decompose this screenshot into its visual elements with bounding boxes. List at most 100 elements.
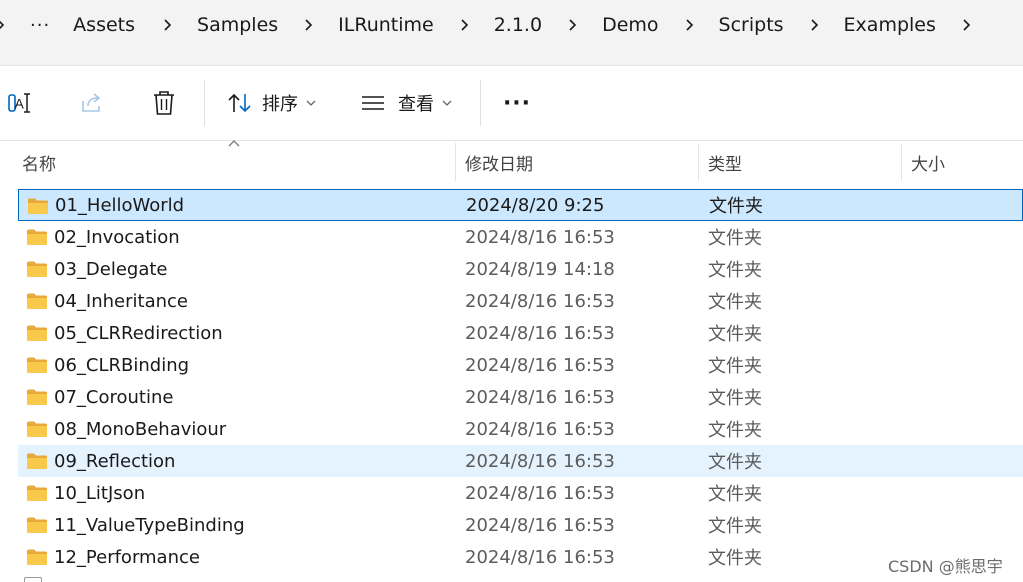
- toolbar-divider: [480, 80, 481, 126]
- column-divider[interactable]: [455, 143, 456, 181]
- file-type: 文件夹: [708, 516, 762, 537]
- folder-icon: [27, 261, 47, 277]
- file-name: 09_Reflection: [54, 450, 176, 472]
- file-type: 文件夹: [709, 196, 763, 217]
- folder-icon: [27, 293, 47, 309]
- svg-text:A: A: [15, 96, 25, 112]
- chevron-down-icon: [306, 97, 316, 110]
- trash-icon: [154, 91, 174, 115]
- file-name: 11_ValueTypeBinding: [54, 514, 245, 536]
- file-type: 文件夹: [708, 548, 762, 569]
- file-row[interactable]: 12_Performance 2024/8/16 16:53 文件夹: [18, 541, 1023, 573]
- file-type: 文件夹: [708, 420, 762, 441]
- breadcrumb-item-assets[interactable]: Assets: [73, 14, 135, 36]
- breadcrumb-overflow-button[interactable]: ···: [30, 15, 50, 36]
- file-date-modified: 2024/8/16 16:53: [465, 546, 615, 568]
- rename-icon: A: [8, 93, 30, 113]
- file-name: 06_CLRBinding: [54, 354, 190, 376]
- breadcrumb-item-scripts[interactable]: Scripts: [719, 14, 784, 36]
- column-type[interactable]: 类型: [708, 141, 898, 183]
- file-type: 文件夹: [708, 260, 762, 281]
- share-button[interactable]: [76, 84, 108, 122]
- address-bar: ··· Assets Samples ILRuntime 2.1.0 Demo …: [0, 0, 1023, 50]
- breadcrumb-item-version[interactable]: 2.1.0: [494, 14, 542, 36]
- chevron-right-icon[interactable]: [161, 18, 175, 32]
- file-type: 文件夹: [708, 356, 762, 377]
- file-name: 05_CLRRedirection: [54, 322, 223, 344]
- folder-icon: [27, 389, 47, 405]
- file-name: 04_Inheritance: [54, 290, 188, 312]
- toolbar-divider: [204, 80, 205, 126]
- folder-icon: [27, 517, 47, 533]
- file-name: 02_Invocation: [54, 226, 180, 248]
- file-date-modified: 2024/8/20 9:25: [466, 194, 605, 216]
- folder-icon: [27, 357, 47, 373]
- file-row[interactable]: 04_Inheritance 2024/8/16 16:53 文件夹: [18, 285, 1023, 317]
- rename-button[interactable]: A: [4, 84, 36, 122]
- file-row[interactable]: 06_CLRBinding 2024/8/16 16:53 文件夹: [18, 349, 1023, 381]
- view-button[interactable]: 查看: [360, 84, 460, 122]
- chevron-right-icon[interactable]: [0, 18, 8, 32]
- file-row[interactable]: 10_LitJson 2024/8/16 16:53 文件夹: [18, 477, 1023, 509]
- file-name: 07_Coroutine: [54, 386, 174, 408]
- column-divider[interactable]: [901, 143, 902, 181]
- folder-icon: [27, 325, 47, 341]
- file-date-modified: 2024/8/16 16:53: [465, 290, 615, 312]
- command-bar: A 排序 查看 ···: [0, 65, 1023, 139]
- sort-label: 排序: [262, 94, 298, 115]
- file-name: 03_Delegate: [54, 258, 168, 280]
- address-bar-spacer: [0, 50, 1023, 65]
- chevron-right-icon[interactable]: [683, 18, 697, 32]
- column-divider[interactable]: [698, 143, 699, 181]
- file-row[interactable]: 01_HelloWorld 2024/8/20 9:25 文件夹: [18, 189, 1023, 221]
- breadcrumb-item-examples[interactable]: Examples: [844, 14, 936, 36]
- folder-icon: [27, 229, 47, 245]
- column-size[interactable]: 大小: [911, 141, 1021, 183]
- sort-button[interactable]: 排序: [226, 84, 326, 122]
- file-row[interactable]: 09_Reflection 2024/8/16 16:53 文件夹: [18, 445, 1023, 477]
- folder-icon: [27, 453, 47, 469]
- file-date-modified: 2024/8/19 14:18: [465, 258, 615, 280]
- file-row[interactable]: 08_MonoBehaviour 2024/8/16 16:53 文件夹: [18, 413, 1023, 445]
- file-date-modified: 2024/8/16 16:53: [465, 514, 615, 536]
- breadcrumb-item-ilruntime[interactable]: ILRuntime: [338, 14, 434, 36]
- sort-icon: [228, 93, 251, 113]
- folder-icon: [27, 485, 47, 501]
- breadcrumb-item-demo[interactable]: Demo: [602, 14, 658, 36]
- chevron-right-icon[interactable]: [302, 18, 316, 32]
- file-name: 01_HelloWorld: [55, 194, 185, 216]
- chevron-right-icon[interactable]: [566, 18, 580, 32]
- file-date-modified: 2024/8/16 16:53: [465, 418, 615, 440]
- file-row[interactable]: 03_Delegate 2024/8/19 14:18 文件夹: [18, 253, 1023, 285]
- file-row[interactable]: 11_ValueTypeBinding 2024/8/16 16:53 文件夹: [18, 509, 1023, 541]
- file-name: 12_Performance: [54, 546, 200, 568]
- file-row[interactable]: 07_Coroutine 2024/8/16 16:53 文件夹: [18, 381, 1023, 413]
- file-date-modified: 2024/8/16 16:53: [465, 482, 615, 504]
- file-row[interactable]: 02_Invocation 2024/8/16 16:53 文件夹: [18, 221, 1023, 253]
- file-type: 文件夹: [708, 292, 762, 313]
- column-name[interactable]: 名称: [22, 141, 452, 183]
- delete-button[interactable]: [148, 84, 180, 122]
- file-date-modified: 2024/8/16 16:53: [465, 354, 615, 376]
- view-label: 查看: [398, 94, 434, 115]
- watermark: CSDN @熊思宇: [888, 557, 1003, 576]
- chevron-right-icon[interactable]: [960, 18, 974, 32]
- folder-icon: [28, 198, 48, 214]
- file-type: 文件夹: [708, 324, 762, 345]
- column-date-modified[interactable]: 修改日期: [465, 141, 695, 183]
- more-options-button[interactable]: ···: [500, 84, 534, 122]
- view-list-icon: [362, 96, 384, 110]
- file-type: 文件夹: [708, 484, 762, 505]
- chevron-right-icon[interactable]: [458, 18, 472, 32]
- chevron-right-icon[interactable]: [808, 18, 822, 32]
- column-header: 名称 修改日期 类型 大小: [0, 140, 1023, 182]
- chevron-down-icon: [442, 97, 452, 110]
- file-date-modified: 2024/8/16 16:53: [465, 450, 615, 472]
- breadcrumb: ··· Assets Samples ILRuntime 2.1.0 Demo …: [0, 0, 974, 50]
- folder-icon: [27, 421, 47, 437]
- breadcrumb-item-samples[interactable]: Samples: [197, 14, 278, 36]
- file-date-modified: 2024/8/16 16:53: [465, 226, 615, 248]
- share-icon: [82, 93, 101, 112]
- file-row[interactable]: 05_CLRRedirection 2024/8/16 16:53 文件夹: [18, 317, 1023, 349]
- file-type: 文件夹: [708, 228, 762, 249]
